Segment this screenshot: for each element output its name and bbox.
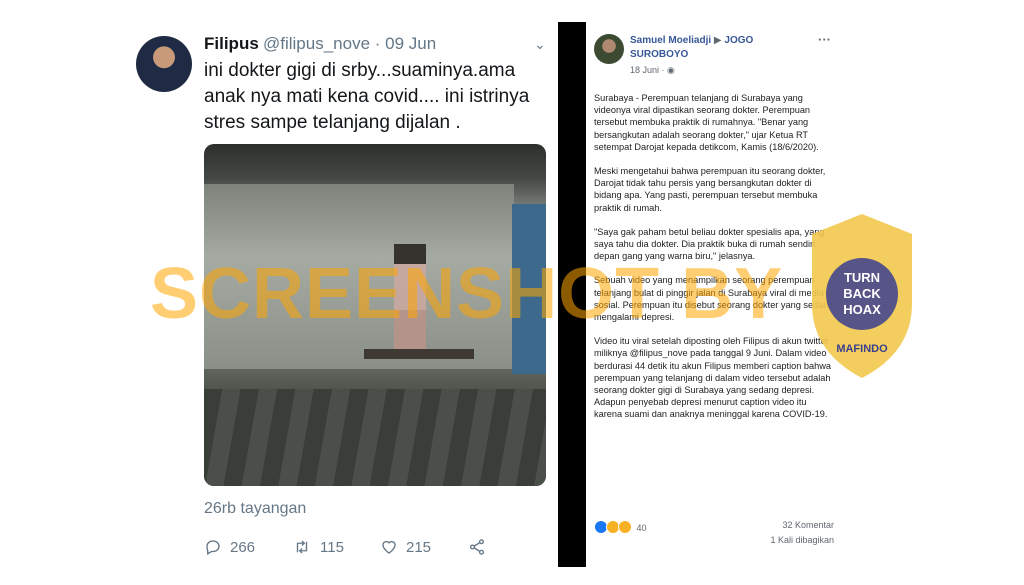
reply-count: 266 [230,539,256,556]
fb-reactions[interactable]: 40 [594,520,647,534]
svg-text:MAFINDO: MAFINDO [836,343,888,355]
retweet-button[interactable]: 115 [292,538,344,556]
fb-author-name[interactable]: Samuel Moeliadji [630,35,711,46]
svg-text:TURN: TURN [844,270,880,285]
tweet-actions: 266 115 215 [204,538,549,560]
share-icon [469,539,485,555]
retweet-count: 115 [320,539,344,556]
globe-icon: ◉ [667,65,675,75]
tweet-text: ini dokter gigi di srby...suaminya.ama a… [204,60,530,133]
reply-icon [206,540,220,555]
fb-paragraph: Meski mengetahui bahwa perempuan itu seo… [594,166,826,213]
video-floor [204,389,546,486]
fb-paragraph: Surabaya - Perempuan telanjang di Suraba… [594,93,819,152]
fb-post-date[interactable]: 18 Juni · ◉ [630,65,675,76]
svg-text:HOAX: HOAX [843,302,881,317]
share-button[interactable] [468,538,494,556]
svg-text:BACK: BACK [843,286,881,301]
chevron-down-icon[interactable]: ⌄ [534,36,546,53]
fb-comment-count[interactable]: 32 Komentar [782,520,834,530]
reaction-count: 40 [636,523,647,533]
screenshot-watermark: SCREENSHOT BY [150,254,784,334]
video-bench [364,349,474,359]
heart-icon [382,540,396,554]
tweet-avatar[interactable] [136,36,192,92]
fb-share-count[interactable]: 1 Kali dibagikan [770,535,834,545]
more-options-icon[interactable]: ··· [818,32,831,47]
mafindo-badge-logo: TURN BACK HOAX MAFINDO [812,214,912,378]
like-count: 215 [406,539,432,556]
fb-paragraph: Video itu viral setelah diposting oleh F… [594,336,831,420]
tweet-author-name[interactable]: Filipus [204,34,259,54]
like-button[interactable]: 215 [380,538,431,556]
reply-button[interactable]: 266 [204,538,255,556]
arrow-right-icon: ▶ [713,35,722,46]
wow-reaction-icon [618,520,632,534]
tweet-handle-date[interactable]: @filipus_nove · 09 Jun [263,34,436,54]
tweet-views: 26rb tayangan [204,500,307,517]
retweet-icon [296,540,308,554]
fb-author-avatar[interactable] [594,34,624,64]
fb-post-header: Samuel Moeliadji ▶ JOGO SUROBOYO [630,34,800,62]
